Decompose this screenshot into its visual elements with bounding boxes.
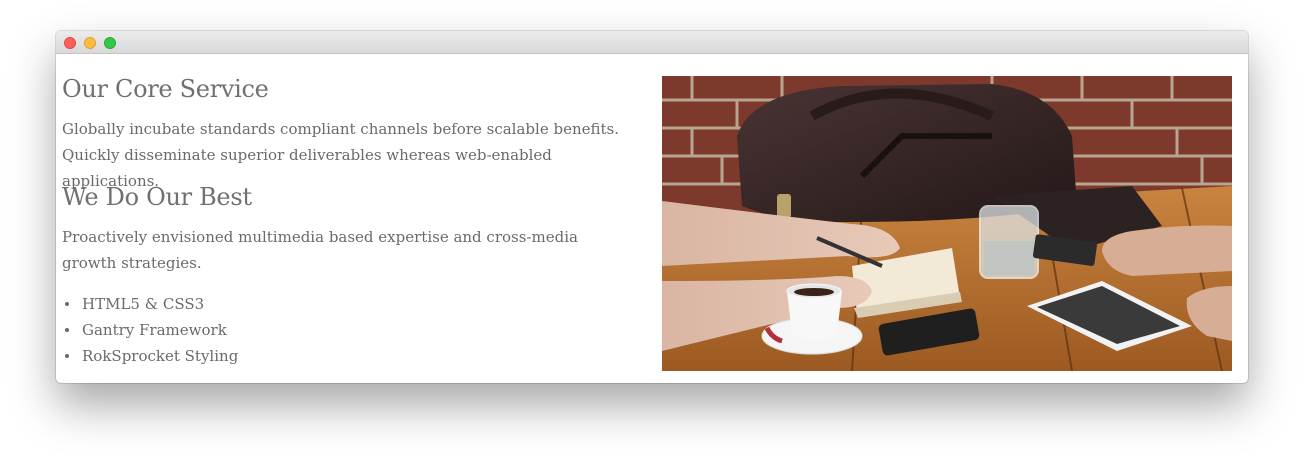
- bullet-icon: [65, 302, 69, 306]
- feature-list-item: HTML5 & CSS3: [62, 291, 238, 317]
- feature-label: HTML5 & CSS3: [82, 295, 205, 313]
- feature-list-item: Gantry Framework: [62, 317, 238, 343]
- feature-label: Gantry Framework: [82, 321, 227, 339]
- meeting-photo: [662, 76, 1232, 371]
- feature-list: HTML5 & CSS3 Gantry Framework RokSprocke…: [62, 291, 238, 369]
- core-service-heading: Our Core Service: [62, 75, 269, 103]
- do-our-best-text: Proactively envisioned multimedia based …: [62, 228, 578, 272]
- bullet-icon: [65, 328, 69, 332]
- page-content: Our Core Service Globally incubate stand…: [56, 54, 1248, 383]
- browser-window: Our Core Service Globally incubate stand…: [56, 31, 1248, 383]
- minimize-window-button[interactable]: [84, 37, 96, 49]
- maximize-window-button[interactable]: [104, 37, 116, 49]
- page: Our Core Service Globally incubate stand…: [0, 0, 1304, 463]
- bullet-icon: [65, 354, 69, 358]
- feature-label: RokSprocket Styling: [82, 347, 239, 365]
- do-our-best-heading: We Do Our Best: [62, 183, 252, 211]
- meeting-photo-illustration: [662, 76, 1232, 371]
- window-titlebar: [56, 31, 1248, 54]
- feature-list-item: RokSprocket Styling: [62, 343, 238, 369]
- close-window-button[interactable]: [64, 37, 76, 49]
